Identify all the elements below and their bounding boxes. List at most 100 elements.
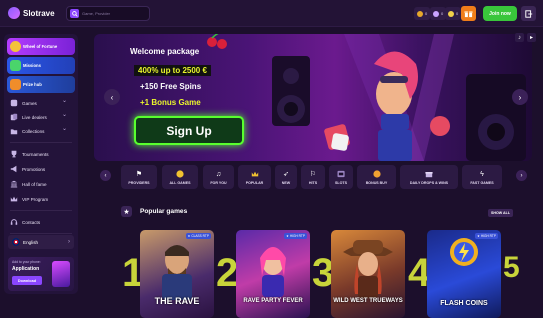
category-daily-drops-wins[interactable]: DAILY DROPS & WINS [400,165,458,189]
sidebar: Wheel of Fortune Missions Prize hub Game… [4,34,78,294]
rank-number: 2 [216,251,239,295]
music-toggle[interactable]: ♪ [515,33,524,42]
game-card[interactable]: WILD WEST TRUEWAYS [331,230,405,318]
category-hits[interactable]: ⚐ HITS [301,165,325,189]
banner-next-button[interactable]: › [512,89,528,105]
chevron-down-icon[interactable]: ⌄ [62,125,67,132]
show-all-button[interactable]: SHOW ALL [488,209,513,217]
category-new[interactable]: ➶ NEW [275,165,297,189]
wallet-coins[interactable]: 0 [414,7,431,20]
sidebar-item-live-dealers[interactable]: Live dealers [10,111,47,123]
sidebar-missions[interactable]: Missions [7,57,75,74]
sidebar-item-hall-of-fame[interactable]: Hall of fame [10,178,47,190]
sidebar-item-tournaments[interactable]: Tournaments [10,148,49,160]
banner-offer-spins: +150 Free Spins [140,82,202,91]
search-box[interactable] [66,6,150,21]
top-bar: Slotrave 0 0 0 Join now [0,0,543,27]
download-button[interactable]: Download [12,276,42,285]
category-label: ALL GAMES [169,180,191,185]
coin-icon [372,170,381,179]
sidebar-wheel-of-fortune[interactable]: Wheel of Fortune [7,38,75,55]
banner-prev-button[interactable]: ‹ [104,89,120,105]
category-label: FOR YOU [210,180,227,185]
gift-icon [464,11,473,18]
flag-icon: ⚑ [135,170,143,178]
brand-name: Slotrave [23,8,55,18]
chevron-left-icon: ‹ [110,92,114,102]
dice-icon [10,99,18,107]
login-button[interactable] [521,6,536,21]
chevron-right-icon: › [520,172,523,179]
app-promo-caption: Add to your phone: [12,260,41,264]
game-title: RAVE PARTY FEVER [243,298,303,304]
app-promo-title: Application [12,266,40,272]
category-bonus-buy[interactable]: BONUS BUY [357,165,396,189]
sidebar-item-label: Live dealers [22,114,47,120]
banner-headline: Welcome package [130,47,200,56]
cards-icon [10,113,18,121]
play-toggle[interactable]: ▸ [527,33,536,42]
sidebar-item-contacts[interactable]: Contacts [10,216,40,228]
category-label: SLOTS [335,180,347,185]
category-label: BONUS BUY [365,180,388,185]
phone-image [52,261,70,287]
divider [10,210,72,211]
banner-offer-deposit: 400% up to 2500 € [134,65,211,76]
music-icon: ♫ [215,170,222,178]
game-card[interactable]: ★ CLASS RTP THE RAVE [140,230,214,318]
sidebar-item-collections[interactable]: Collections [10,125,44,137]
language-selector[interactable]: English › [8,235,74,249]
smiley-icon [176,170,185,179]
sign-up-button[interactable]: Sign Up [134,116,244,145]
sidebar-item-promotions[interactable]: Promotions [10,163,45,175]
wallet-spins[interactable]: 0 [445,7,462,20]
logo-icon [8,7,20,19]
play-icon: ▸ [529,35,533,41]
hero-banner[interactable]: Welcome package 400% up to 2500 € +150 F… [94,34,532,161]
join-now-button[interactable]: Join now [483,6,517,21]
category-popular[interactable]: POPULAR [238,165,271,189]
game-title: WILD WEST TRUEWAYS [333,298,403,304]
promo-label: Prize hub [23,82,42,87]
sidebar-item-label: Tournaments [22,151,49,157]
categories-prev-button[interactable]: ‹ [100,170,111,181]
category-for-you[interactable]: ♫ FOR YOU [203,165,234,189]
sidebar-item-label: Games [22,100,37,106]
chevron-right-icon: › [68,239,70,245]
wallet-gems[interactable]: 0 [430,7,447,20]
section-title: Popular games [140,208,188,215]
chevron-right-icon: › [518,92,522,102]
crown-icon [250,170,259,179]
categories-next-button[interactable]: › [516,170,527,181]
game-title: FLASH COINS [440,300,488,307]
sidebar-prize-hub[interactable]: Prize hub [7,76,75,93]
rank-number: 5 [503,251,520,284]
category-label: NEW [281,180,291,185]
search-icon [70,9,79,18]
category-providers[interactable]: ⚑ PROVIDERS [121,165,157,189]
sidebar-item-label: Collections [22,128,45,134]
rtp-badge: ★ HIGH RTP [475,233,498,239]
chevron-down-icon[interactable]: ⌄ [62,97,67,104]
game-card[interactable]: ★ HIGH RTP RAVE PARTY FEVER [236,230,310,318]
category-fast-games[interactable]: ϟ FAST GAMES [462,165,502,189]
uk-flag-icon [12,238,20,246]
folder-icon [10,127,18,135]
sidebar-item-games[interactable]: Games [10,97,37,109]
logo[interactable]: Slotrave [8,7,55,19]
game-card[interactable]: ★ HIGH RTP FLASH COINS [427,230,501,318]
category-slots[interactable]: SLOTS [329,165,353,189]
gem-icon [433,10,439,17]
sidebar-item-label: Hall of fame [22,181,47,187]
divider [10,142,72,143]
coin-icon [417,10,423,17]
gift-button[interactable] [461,6,476,21]
sidebar-item-vip-program[interactable]: VIP Program [10,193,48,205]
rtp-badge: ★ CLASS RTP [185,233,211,239]
category-all-games[interactable]: ALL GAMES [162,165,198,189]
promo-label: Missions [23,63,41,68]
chevron-down-icon[interactable]: ⌄ [62,111,67,118]
trophy-icon [10,150,18,158]
sidebar-item-label: Contacts [22,219,41,225]
search-input[interactable] [82,11,142,16]
